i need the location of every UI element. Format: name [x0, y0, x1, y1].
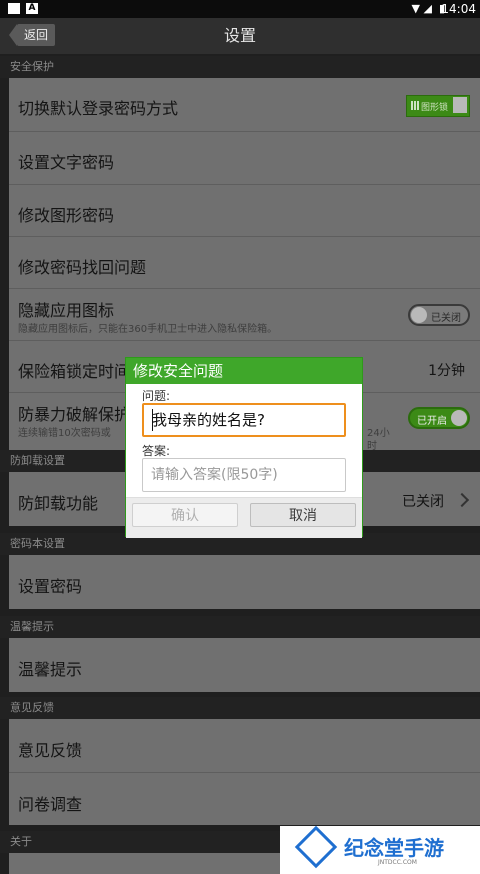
signal-icon: ◢: [423, 2, 432, 15]
watermark-title: 纪念堂手游: [344, 836, 444, 860]
pattern-lock-icon: [411, 101, 419, 110]
switch-knob: [453, 97, 467, 113]
row-description: 隐藏应用图标后，只能在360手机卫士中进入隐私保险箱。: [18, 324, 278, 335]
row-switch-login-method[interactable]: 切换默认登录密码方式 图形锁: [9, 78, 480, 131]
row-label: 切换默认登录密码方式: [18, 99, 179, 118]
confirm-button[interactable]: 确认: [132, 503, 238, 527]
toggle-knob: [411, 307, 427, 323]
watermark-logo-icon: [294, 825, 338, 869]
toggle-label: 已开启: [417, 416, 447, 427]
row-description: 连续输错10次密码或: [18, 428, 111, 439]
row-set-text-password[interactable]: 设置文字密码: [9, 131, 480, 184]
row-tips[interactable]: 温馨提示: [9, 638, 480, 692]
row-label: 隐藏应用图标: [18, 301, 115, 320]
switch-label: 图形锁: [421, 103, 449, 113]
answer-input[interactable]: 请输入答案(限50字): [142, 458, 346, 492]
notification-icon: [8, 3, 20, 14]
row-label: 修改密码找回问题: [18, 258, 147, 277]
row-label: 防卸载功能: [18, 494, 99, 513]
section-header-security: 安全保护: [0, 56, 480, 78]
row-label: 温馨提示: [18, 660, 83, 679]
page-title: 设置: [223, 26, 256, 45]
row-label: 防暴力破解保护: [18, 405, 131, 424]
question-value: 我母亲的姓名是?: [152, 411, 265, 429]
row-label: 设置文字密码: [18, 153, 115, 172]
clock: 14:04: [441, 2, 476, 16]
row-label: 修改图形密码: [18, 206, 115, 225]
section-header-tips: 温馨提示: [0, 616, 480, 638]
row-value: 1分钟: [428, 363, 465, 379]
text-caret: [152, 409, 153, 431]
row-label: 设置密码: [18, 577, 83, 596]
row-hide-icon[interactable]: 隐藏应用图标 隐藏应用图标后，只能在360手机卫士中进入隐私保险箱。 已关闭: [9, 288, 480, 340]
question-input[interactable]: 我母亲的姓名是?: [142, 403, 346, 437]
row-change-pattern[interactable]: 修改图形密码: [9, 184, 480, 236]
title-bar: 返回 设置: [0, 18, 480, 54]
question-label: 问题:: [142, 389, 171, 403]
answer-label: 答案:: [142, 444, 171, 458]
watermark-subtitle: JNTDCC.COM: [378, 859, 417, 866]
row-survey[interactable]: 问卷调查: [9, 772, 480, 825]
toggle-knob: [451, 410, 467, 426]
toggle-label: 已关闭: [431, 313, 461, 324]
section-header-feedback: 意见反馈: [0, 697, 480, 719]
cancel-button[interactable]: 取消: [250, 503, 356, 527]
chevron-right-icon: [454, 492, 470, 508]
hide-icon-toggle[interactable]: 已关闭: [408, 304, 470, 326]
row-feedback[interactable]: 意见反馈: [9, 719, 480, 772]
edit-security-question-dialog: 修改安全问题 问题: 我母亲的姓名是? 答案: 请输入答案(限50字) 确认 取…: [125, 357, 363, 538]
feedback-card: 意见反馈 问卷调查: [9, 719, 480, 825]
row-label: 保险箱锁定时间: [18, 362, 131, 381]
dialog-footer: 确认 取消: [126, 497, 362, 538]
wifi-icon: ▼: [411, 2, 420, 15]
row-change-recovery-question[interactable]: 修改密码找回问题: [9, 236, 480, 288]
notification-badge-icon: A: [26, 3, 38, 14]
watermark: 纪念堂手游 JNTDCC.COM: [280, 825, 480, 874]
row-label: 意见反馈: [18, 741, 83, 760]
login-method-switch[interactable]: 图形锁: [406, 95, 470, 117]
notes-card: 设置密码: [9, 555, 480, 609]
dialog-title: 修改安全问题: [126, 358, 362, 384]
row-label: 问卷调查: [18, 795, 83, 814]
status-bar: A ▼ ◢ ▮ 14:04: [0, 0, 480, 18]
tips-card: 温馨提示: [9, 638, 480, 692]
brute-force-toggle[interactable]: 已开启: [408, 407, 470, 429]
row-value: 已关闭: [402, 494, 444, 510]
row-set-notes-password[interactable]: 设置密码: [9, 555, 480, 609]
